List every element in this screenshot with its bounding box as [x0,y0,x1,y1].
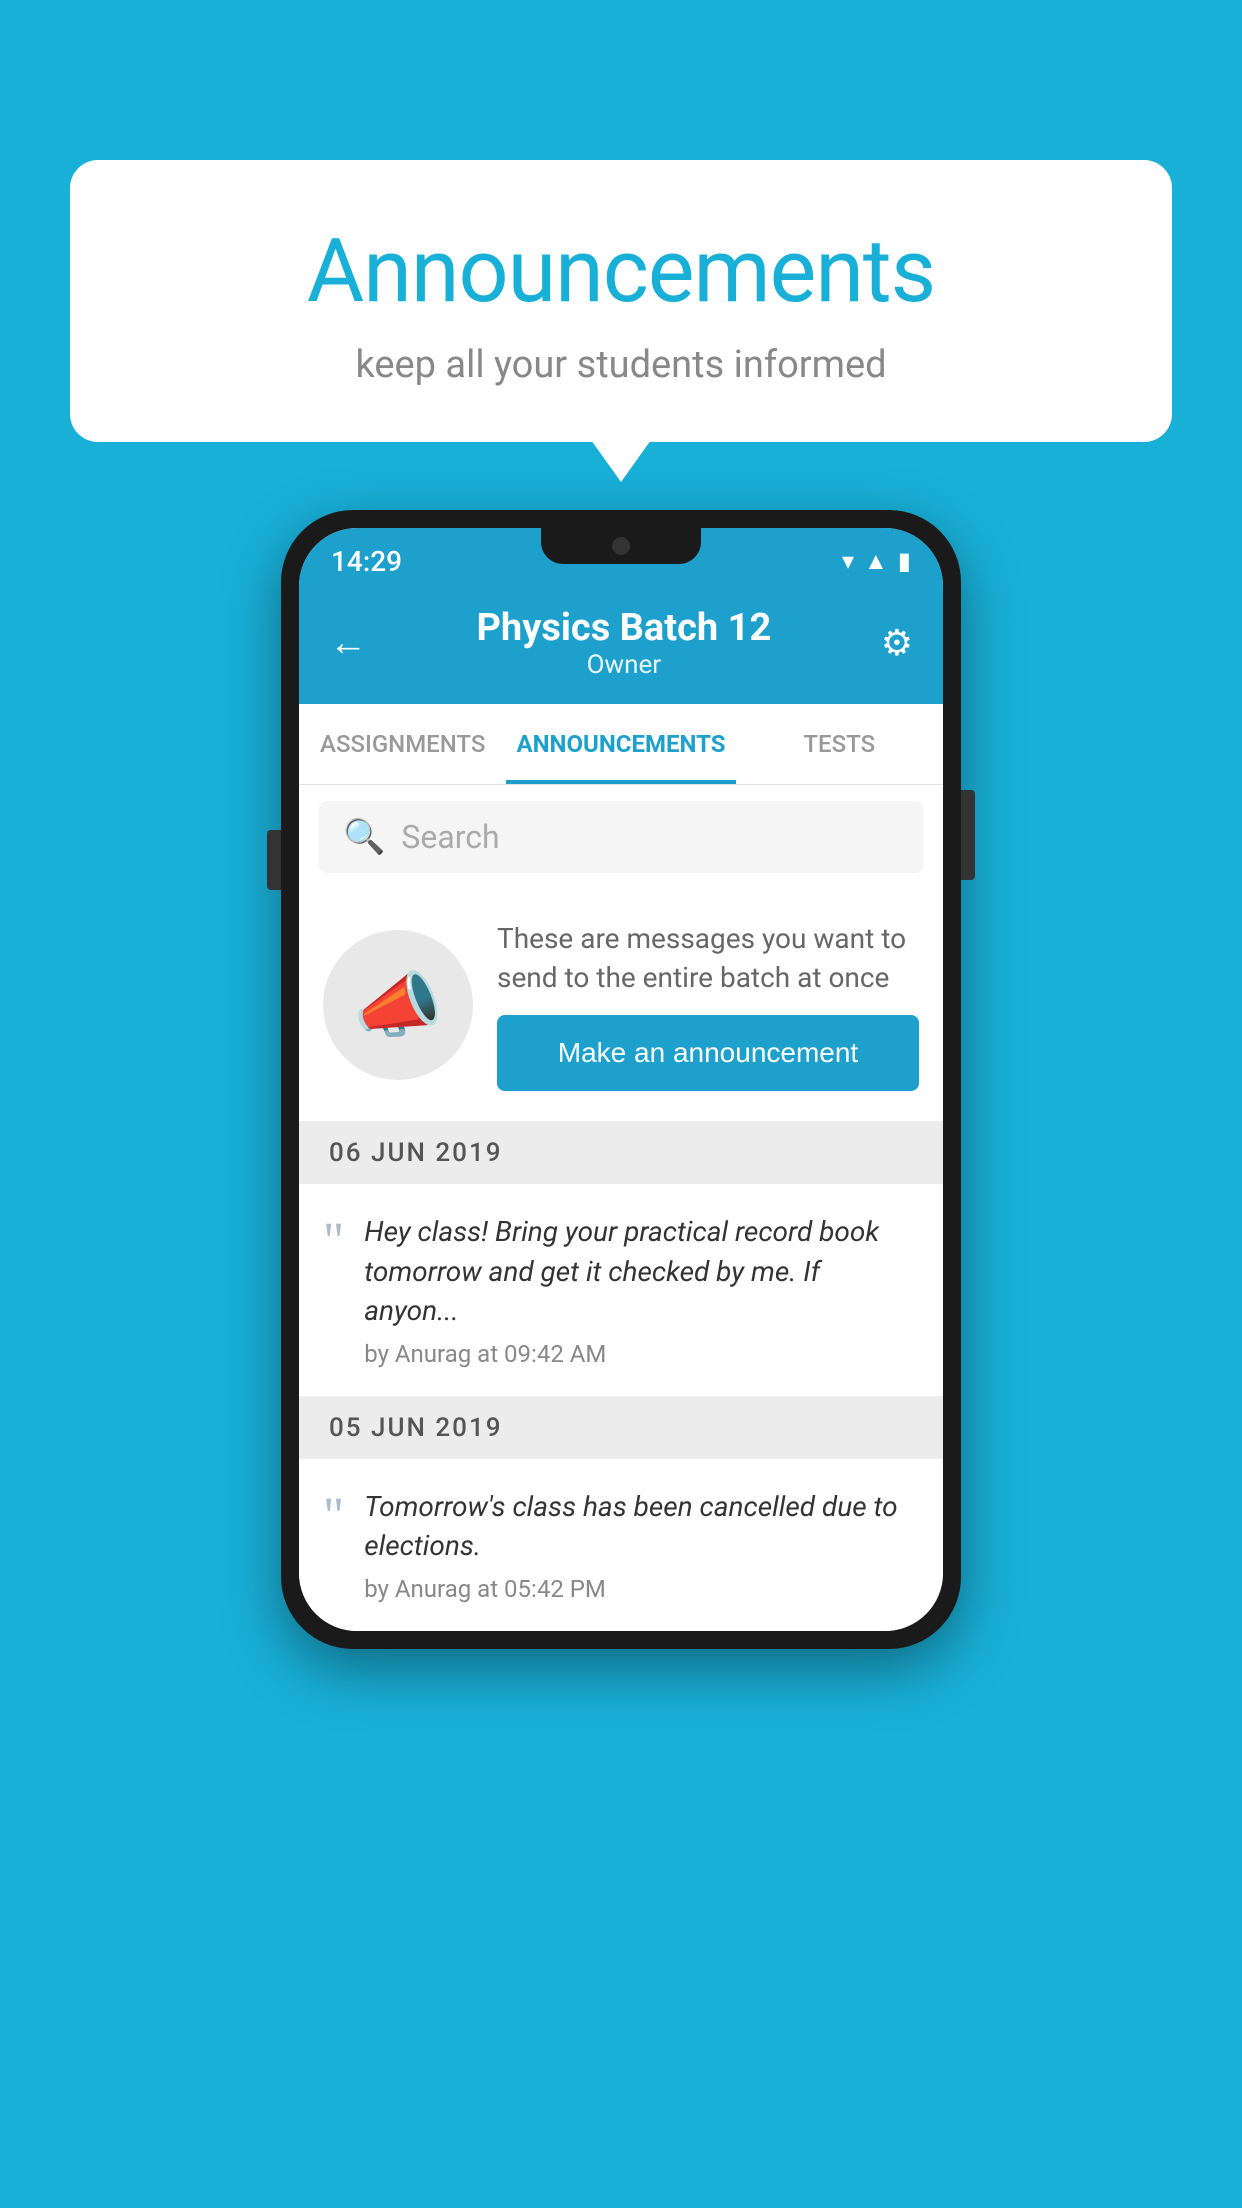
megaphone-icon: 📣 [353,963,443,1048]
announcement-meta-1: by Anurag at 09:42 AM [364,1340,919,1368]
speech-bubble: Announcements keep all your students inf… [70,160,1172,442]
speech-bubble-section: Announcements keep all your students inf… [70,160,1172,442]
announcement-item-1: " Hey class! Bring your practical record… [299,1184,943,1397]
header-subtitle: Owner [476,650,771,680]
search-icon: 🔍 [343,817,385,857]
quote-icon-1: " [323,1216,344,1268]
status-time: 14:29 [331,545,402,578]
announcement-item-2: " Tomorrow's class has been cancelled du… [299,1459,943,1631]
phone-outer: 14:29 ▾ ▲ ▮ ← Physics Batch 12 Owner ⚙ [281,510,961,1649]
speech-bubble-subtitle: keep all your students informed [150,343,1092,387]
app-header: ← Physics Batch 12 Owner ⚙ [299,586,943,704]
announcement-text-2: Tomorrow's class has been cancelled due … [364,1487,919,1565]
tab-assignments[interactable]: ASSIGNMENTS [299,704,506,784]
intro-text-block: These are messages you want to send to t… [497,919,919,1091]
back-button[interactable]: ← [329,621,367,665]
battery-icon: ▮ [898,547,911,575]
announcement-icon-circle: 📣 [323,930,473,1080]
tab-announcements[interactable]: ANNOUNCEMENTS [506,704,735,784]
make-announcement-button[interactable]: Make an announcement [497,1015,919,1091]
search-bar-wrapper: 🔍 Search [299,785,943,889]
tabs-bar: ASSIGNMENTS ANNOUNCEMENTS TESTS [299,704,943,785]
announcement-text-1: Hey class! Bring your practical record b… [364,1212,919,1330]
tab-tests[interactable]: TESTS [736,704,943,784]
settings-button[interactable]: ⚙ [881,622,913,664]
phone-mockup: 14:29 ▾ ▲ ▮ ← Physics Batch 12 Owner ⚙ [281,510,961,1649]
quote-icon-2: " [323,1491,344,1543]
search-bar[interactable]: 🔍 Search [319,801,923,873]
intro-card: 📣 These are messages you want to send to… [299,889,943,1122]
header-title-block: Physics Batch 12 Owner [476,606,771,680]
wifi-icon: ▾ [842,547,854,575]
announcement-text-block-1: Hey class! Bring your practical record b… [364,1212,919,1368]
intro-message: These are messages you want to send to t… [497,919,919,997]
phone-notch [541,528,701,564]
announcement-meta-2: by Anurag at 05:42 PM [364,1575,919,1603]
phone-screen: 14:29 ▾ ▲ ▮ ← Physics Batch 12 Owner ⚙ [299,528,943,1631]
signal-icon: ▲ [864,547,888,576]
speech-bubble-title: Announcements [150,220,1092,323]
date-separator-1: 06 JUN 2019 [299,1122,943,1184]
camera [612,537,630,555]
search-input[interactable]: Search [401,818,499,856]
date-separator-2: 05 JUN 2019 [299,1397,943,1459]
status-icons: ▾ ▲ ▮ [842,547,911,576]
header-title: Physics Batch 12 [476,606,771,650]
announcement-text-block-2: Tomorrow's class has been cancelled due … [364,1487,919,1603]
